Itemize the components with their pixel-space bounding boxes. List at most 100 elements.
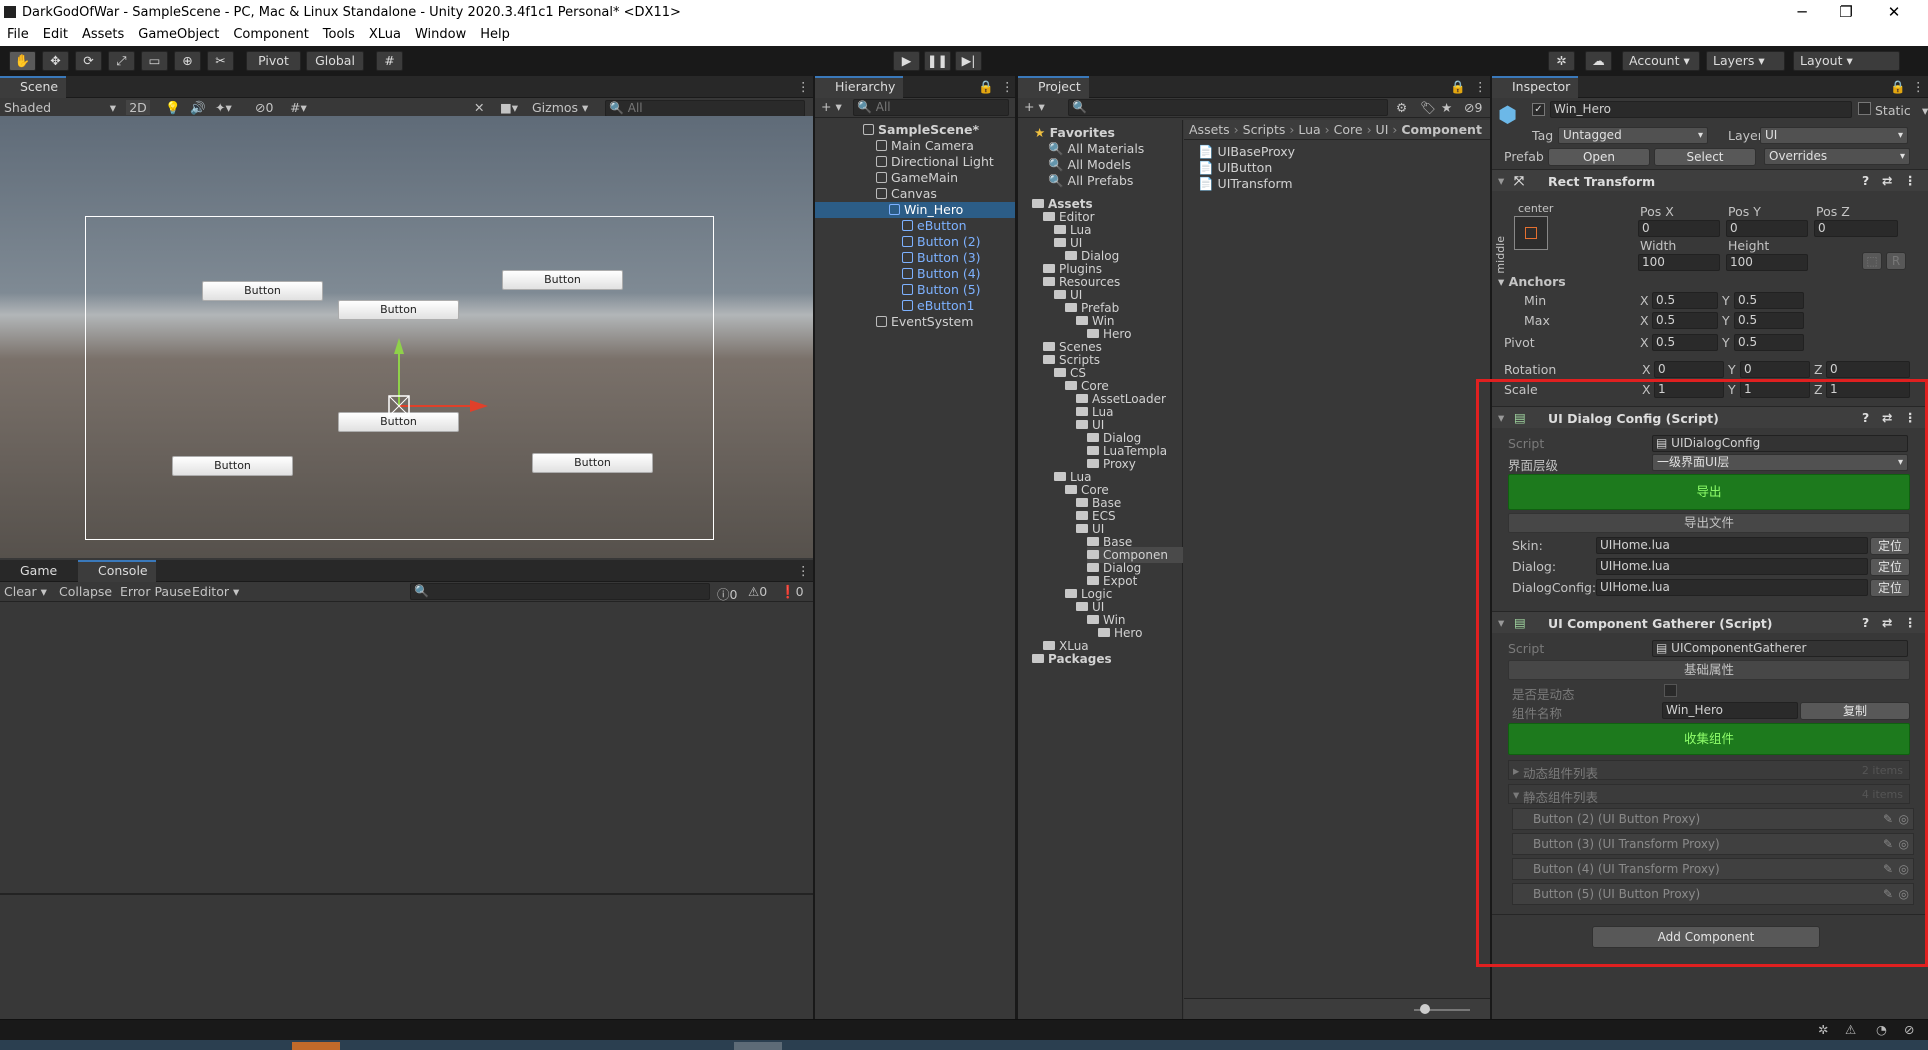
presets-icon[interactable]: ⇄ — [1882, 410, 1892, 425]
debug-icon[interactable]: ✲ — [1818, 1022, 1828, 1037]
hierarchy-item[interactable]: Button (3) — [815, 250, 1015, 266]
dialog-config-locate-button[interactable]: 定位 — [1870, 579, 1910, 597]
shading-dropdown[interactable]: Shaded ▾ — [4, 100, 116, 115]
anchor-min-y-field[interactable]: 0.5 — [1734, 292, 1804, 309]
target-icon[interactable]: ◎ — [1899, 859, 1909, 879]
prefab-open-button[interactable]: Open — [1548, 148, 1650, 166]
asset-file[interactable]: 📄 UITransform — [1198, 176, 1293, 192]
hierarchy-item[interactable]: SampleScene* — [815, 122, 1015, 138]
hierarchy-item[interactable]: Main Camera — [815, 138, 1015, 154]
favorite-item[interactable]: 🔍 All Models — [1048, 157, 1131, 173]
presets-icon[interactable]: ⇄ — [1882, 173, 1892, 188]
dialog-config-field[interactable]: UIHome.lua — [1596, 579, 1868, 596]
hierarchy-item[interactable]: eButton — [815, 218, 1015, 234]
edit-icon[interactable]: ✎ — [1883, 859, 1893, 879]
project-menu-icon[interactable]: ⋮ — [1474, 79, 1487, 94]
menu-window[interactable]: Window — [408, 26, 473, 44]
grid-snap-icon[interactable]: # — [376, 51, 403, 71]
hierarchy-item[interactable]: Canvas — [815, 186, 1015, 202]
list-item[interactable]: Button (5) (UI Button Proxy) ✎ ◎ — [1512, 883, 1914, 905]
cloud-icon[interactable]: ☁ — [1585, 51, 1612, 71]
grid-icon[interactable]: #▾ — [290, 100, 307, 115]
lock-icon[interactable]: 🔒 — [1450, 79, 1466, 95]
scale-x-field[interactable]: 1 — [1654, 381, 1724, 398]
component-menu-icon[interactable]: ⋮ — [1904, 615, 1917, 630]
create-button[interactable]: + ▾ — [1024, 99, 1045, 114]
menu-edit[interactable]: Edit — [36, 26, 75, 44]
effects-icon[interactable]: ✦▾ — [215, 100, 232, 115]
custom-tool-icon[interactable]: ✂ — [207, 51, 234, 71]
scene-button[interactable]: Button — [202, 281, 323, 301]
project-search-input[interactable]: 🔍 — [1068, 99, 1388, 116]
folder-item[interactable]: Hero — [1098, 625, 1142, 641]
favorites-header[interactable]: ★ Favorites — [1034, 125, 1115, 141]
gatherer-header[interactable]: ▾ ▤ UI Component Gatherer (Script) ? ⇄ ⋮ — [1492, 611, 1928, 633]
dynamic-list-foldout[interactable]: ▸ 动态组件列表 2 items — [1508, 760, 1910, 781]
create-button[interactable]: + ▾ — [821, 99, 842, 114]
console-menu-icon[interactable]: ⋮ — [797, 563, 810, 578]
static-dropdown-icon[interactable]: ▾ — [1922, 103, 1928, 118]
tab-console[interactable]: Console — [78, 560, 156, 582]
foldout-icon[interactable]: ▾ — [1498, 410, 1504, 425]
search-by-label-icon[interactable]: 🏷 — [1420, 100, 1436, 116]
close-button[interactable]: ✕ — [1874, 3, 1914, 23]
scene-button[interactable]: Button — [502, 270, 623, 290]
folder-item[interactable]: Proxy — [1087, 456, 1136, 472]
anchors-foldout[interactable]: ▾ Anchors — [1498, 274, 1566, 289]
menu-tools[interactable]: Tools — [316, 26, 362, 44]
export-button[interactable]: 导出 — [1508, 474, 1910, 510]
account-dropdown[interactable]: Account ▾ — [1622, 51, 1700, 71]
asset-file[interactable]: 📄 UIButton — [1198, 160, 1272, 176]
tab-project[interactable]: Project — [1018, 76, 1089, 98]
active-checkbox[interactable]: ✓ — [1532, 103, 1545, 116]
notification-icon[interactable]: ⊘ — [1904, 1022, 1914, 1037]
error-count[interactable]: ❗0 — [780, 584, 804, 600]
move-tool-icon[interactable]: ✥ — [42, 51, 69, 71]
menu-help[interactable]: Help — [473, 26, 517, 44]
posy-field[interactable]: 0 — [1726, 220, 1808, 237]
scale-z-field[interactable]: 1 — [1826, 381, 1910, 398]
hierarchy-item[interactable]: EventSystem — [815, 314, 1015, 330]
folder-item[interactable]: Packages — [1032, 651, 1112, 667]
scene-search-input[interactable]: 🔍 All — [605, 100, 805, 117]
favorite-icon[interactable]: ★ — [1441, 100, 1452, 115]
hierarchy-item[interactable]: Button (2) — [815, 234, 1015, 250]
component-menu-icon[interactable]: ⋮ — [1904, 173, 1917, 188]
2d-toggle[interactable]: 2D — [126, 100, 150, 115]
scale-tool-icon[interactable]: ⤢ — [108, 51, 135, 71]
audio-icon[interactable]: 🔊 — [190, 100, 206, 116]
console-splitter[interactable] — [0, 893, 813, 895]
lock-icon[interactable]: 🔒 — [1890, 79, 1906, 95]
target-icon[interactable]: ◎ — [1899, 884, 1909, 904]
hierarchy-search-input[interactable]: 🔍 All — [853, 99, 1009, 116]
layer-dropdown[interactable]: UI — [1760, 127, 1908, 144]
pivot-toggle[interactable]: Pivot — [246, 51, 301, 71]
menu-assets[interactable]: Assets — [75, 26, 131, 44]
list-item[interactable]: Button (3) (UI Transform Proxy) ✎ ◎ — [1512, 833, 1914, 855]
tab-game[interactable]: Game — [0, 560, 65, 582]
scene-button[interactable]: Button — [172, 456, 293, 476]
breadcrumb-item[interactable]: Core — [1334, 122, 1363, 137]
pause-button[interactable]: ❚❚ — [924, 51, 951, 71]
console-search-input[interactable]: 🔍 — [410, 583, 710, 600]
pivot-y-field[interactable]: 0.5 — [1734, 334, 1804, 351]
hierarchy-item[interactable]: Directional Light — [815, 154, 1015, 170]
rect-transform-header[interactable]: ▾ ⤧ Rect Transform ? ⇄ ⋮ — [1492, 169, 1928, 191]
minimize-button[interactable]: ─ — [1782, 3, 1822, 23]
inspector-menu-icon[interactable]: ⋮ — [1912, 79, 1925, 94]
tab-scene[interactable]: Scene — [0, 76, 67, 98]
play-button[interactable]: ▶ — [893, 51, 920, 71]
rotate-tool-icon[interactable]: ⟳ — [75, 51, 102, 71]
rotation-x-field[interactable]: 0 — [1654, 361, 1724, 378]
foldout-icon[interactable]: ▾ — [1498, 615, 1504, 630]
collab-icon[interactable]: ✲ — [1548, 51, 1575, 71]
error-pause-button[interactable]: Error Pause — [120, 584, 191, 599]
tab-inspector[interactable]: Inspector — [1492, 76, 1579, 98]
static-list-foldout[interactable]: ▾ 静态组件列表 4 items — [1508, 784, 1910, 805]
component-name-field[interactable]: Win_Hero — [1662, 702, 1798, 719]
presets-icon[interactable]: ⇄ — [1882, 615, 1892, 630]
clear-button[interactable]: Clear ▾ — [4, 584, 47, 599]
prefab-overrides-dropdown[interactable]: Overrides — [1764, 148, 1910, 165]
layout-dropdown[interactable]: Layout ▾ — [1793, 51, 1900, 71]
help-icon[interactable]: ? — [1862, 615, 1869, 630]
